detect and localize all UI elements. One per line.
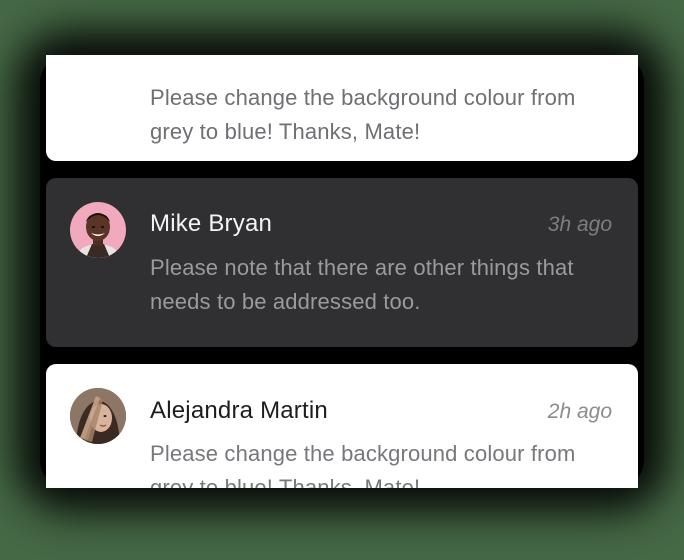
- timestamp: 2h ago: [547, 400, 612, 423]
- timestamp: 3h ago: [547, 213, 612, 236]
- avatar: [70, 388, 126, 444]
- notification-card[interactable]: Please change the background colour from…: [46, 55, 638, 161]
- notification-message: Please note that there are other things …: [150, 255, 574, 314]
- notification-list: Please change the background colour from…: [40, 55, 644, 488]
- notification-card[interactable]: Alejandra Martin 2h ago Please change th…: [46, 364, 638, 488]
- avatar: [70, 202, 126, 258]
- avatar-mike-bryan-icon: [70, 202, 126, 258]
- notification-message: Please change the background colour from…: [150, 85, 576, 144]
- notification-message: Please change the background colour from…: [150, 441, 576, 488]
- notification-stack: Please change the background colour from…: [0, 0, 684, 560]
- sender-name: Mike Bryan: [150, 210, 273, 237]
- avatar-alejandra-martin-icon: [70, 388, 126, 444]
- sender-name: Alejandra Martin: [150, 397, 328, 424]
- notification-card[interactable]: Mike Bryan 3h ago Please note that there…: [46, 178, 638, 347]
